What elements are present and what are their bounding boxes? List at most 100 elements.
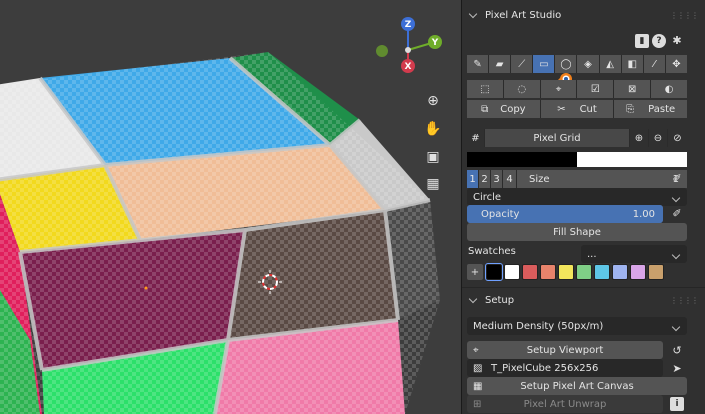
color-swatch[interactable] xyxy=(612,264,628,280)
rectangle-icon[interactable]: ▭ xyxy=(533,55,556,73)
drag-handle-icon[interactable]: ⋮⋮⋮⋮ xyxy=(670,11,699,20)
grid-horizontal-icon[interactable]: ⊖ xyxy=(649,129,668,147)
color-swatch[interactable] xyxy=(485,263,503,281)
copy-icon: ⧉ xyxy=(481,103,489,115)
setup-viewport-button[interactable]: ⌖ Setup Viewport xyxy=(467,341,663,359)
cursor-arrow-icon[interactable]: ➤ xyxy=(670,361,684,375)
checker-icon: ▦ xyxy=(473,380,483,392)
opacity-label: Opacity xyxy=(481,208,520,220)
brush-icon[interactable]: ✎ xyxy=(467,55,490,73)
pen-pressure-icon[interactable]: ✐ xyxy=(670,171,684,185)
grid-hash-icon: # xyxy=(467,129,485,147)
fill-shape-button[interactable]: Fill Shape xyxy=(467,223,687,241)
move-icon[interactable]: ✥ xyxy=(665,55,687,73)
swatches-label: Swatches xyxy=(468,246,516,257)
pixel-grid-row: # Pixel Grid ⊕ ⊖ ⊘ xyxy=(467,129,687,147)
cut-button[interactable]: ✂ Cut xyxy=(540,100,615,118)
book-icon[interactable]: ▮ xyxy=(635,34,649,48)
color-swatch[interactable] xyxy=(522,264,538,280)
bug-icon[interactable]: ✱ xyxy=(670,33,684,47)
size-preset-label: 3 xyxy=(493,173,500,185)
size-preset-label: 4 xyxy=(506,173,513,185)
clipboard-row: ⧉ Copy ✂ Cut ⎘ Paste xyxy=(467,100,688,118)
color-swatch[interactable] xyxy=(540,264,556,280)
setup-header[interactable]: Setup ⋮⋮⋮⋮ xyxy=(462,289,705,311)
swatches-dropdown[interactable]: ... xyxy=(581,245,687,263)
unwrap-icon: ⊞ xyxy=(473,398,482,410)
color-swatch[interactable] xyxy=(648,264,664,280)
eyedropper-icon[interactable]: ⁄ xyxy=(643,55,666,73)
image-icon: ▨ xyxy=(473,362,483,374)
pixel-art-panel: Pixel Art Studio ⋮⋮⋮⋮ ▮ ? ✱ ✎ ▰ ⟋ ▭ ◯ ◈ … xyxy=(461,0,705,414)
density-dropdown[interactable]: Medium Density (50px/m) xyxy=(467,317,687,335)
texture-name: T_PixelCube 256x256 xyxy=(491,362,599,374)
dither-icon[interactable]: ◧ xyxy=(621,55,644,73)
svg-text:X: X xyxy=(405,62,412,72)
texture-field[interactable]: ▨ T_PixelCube 256x256 xyxy=(467,359,663,377)
size-preset-4[interactable]: 4 xyxy=(503,170,517,188)
color-swatch[interactable] xyxy=(504,264,520,280)
chevron-down-icon xyxy=(468,294,478,303)
unwrap-label: Pixel Art Unwrap xyxy=(523,398,607,410)
grid-vertical-icon[interactable]: ⊕ xyxy=(630,129,649,147)
pan-hand-icon[interactable]: ✋ xyxy=(422,118,444,140)
paste-label: Paste xyxy=(648,103,676,115)
eraser-icon[interactable]: ▰ xyxy=(489,55,512,73)
color-swatch[interactable] xyxy=(594,264,610,280)
deselect-icon[interactable]: ⊠ xyxy=(614,80,652,98)
cut-label: Cut xyxy=(579,103,597,115)
panel-title: Pixel Art Studio xyxy=(485,9,562,21)
setup-viewport-label: Setup Viewport xyxy=(526,344,604,356)
secondary-color[interactable] xyxy=(577,152,687,167)
paste-button[interactable]: ⎘ Paste xyxy=(614,100,688,118)
chevron-down-icon xyxy=(671,193,681,202)
chevron-down-icon xyxy=(671,322,681,331)
select-lasso-icon[interactable]: ⌖ xyxy=(540,80,578,98)
size-row: 1 2 3 4 Size 1 xyxy=(467,170,687,188)
line-icon[interactable]: ⟋ xyxy=(511,55,534,73)
color-swatch[interactable] xyxy=(576,264,592,280)
reset-icon[interactable]: ↺ xyxy=(670,343,684,357)
color-swatch[interactable] xyxy=(558,264,574,280)
navigation-gizmo[interactable]: Z Y X xyxy=(370,14,450,79)
select-ellipse-icon[interactable]: ◌ xyxy=(503,80,541,98)
setup-canvas-label: Setup Pixel Art Canvas xyxy=(520,380,634,392)
shape-dropdown[interactable]: Circle xyxy=(467,188,687,206)
pixel-grid-toggle[interactable]: Pixel Grid xyxy=(485,129,630,147)
invert-selection-icon[interactable]: ◐ xyxy=(651,80,687,98)
add-swatch-button[interactable]: + xyxy=(467,264,483,280)
size-preset-2[interactable]: 2 xyxy=(479,170,491,188)
3d-viewport[interactable]: Z Y X ⊕ ✋ ▣ ▦ xyxy=(0,0,461,414)
density-value: Medium Density (50px/m) xyxy=(473,320,604,332)
drag-handle-icon[interactable]: ⋮⋮⋮⋮ xyxy=(670,296,699,305)
select-all-icon[interactable]: ☑ xyxy=(577,80,615,98)
grid-settings-icon[interactable]: ⊘ xyxy=(668,129,687,147)
color-swatch[interactable] xyxy=(630,264,646,280)
size-preset-label: 2 xyxy=(481,173,488,185)
info-icon[interactable]: i xyxy=(670,397,684,411)
setup-canvas-button[interactable]: ▦ Setup Pixel Art Canvas xyxy=(467,377,687,395)
tool-row: ✎ ▰ ⟋ ▭ ◯ ◈ ◭ ◧ ⁄ ✥ xyxy=(467,55,687,73)
lasso-icon[interactable]: ◭ xyxy=(599,55,622,73)
copy-button[interactable]: ⧉ Copy xyxy=(467,100,541,118)
color-preview[interactable] xyxy=(467,152,687,167)
size-preset-3[interactable]: 3 xyxy=(491,170,503,188)
copy-label: Copy xyxy=(500,103,526,115)
fill-icon[interactable]: ◈ xyxy=(577,55,600,73)
pen-pressure-icon[interactable]: ✐ xyxy=(670,206,684,220)
select-rect-icon[interactable]: ⬚ xyxy=(467,80,504,98)
chevron-down-icon xyxy=(468,9,478,18)
panel-header[interactable]: Pixel Art Studio ⋮⋮⋮⋮ xyxy=(462,4,705,26)
zoom-icon[interactable]: ⊕ xyxy=(422,90,444,112)
size-field[interactable]: Size 1 xyxy=(517,170,687,188)
grid-view-icon[interactable]: ▦ xyxy=(422,173,444,195)
help-icon[interactable]: ? xyxy=(652,34,666,48)
size-preset-1[interactable]: 1 xyxy=(467,170,479,188)
chevron-down-icon xyxy=(671,250,681,259)
fill-shape-label: Fill Shape xyxy=(553,226,601,238)
opacity-slider[interactable]: Opacity 1.00 xyxy=(467,205,663,223)
camera-icon[interactable]: ▣ xyxy=(422,146,444,168)
object-origin xyxy=(144,286,148,290)
primary-color[interactable] xyxy=(467,152,577,167)
unwrap-button[interactable]: ⊞ Pixel Art Unwrap xyxy=(467,395,663,413)
